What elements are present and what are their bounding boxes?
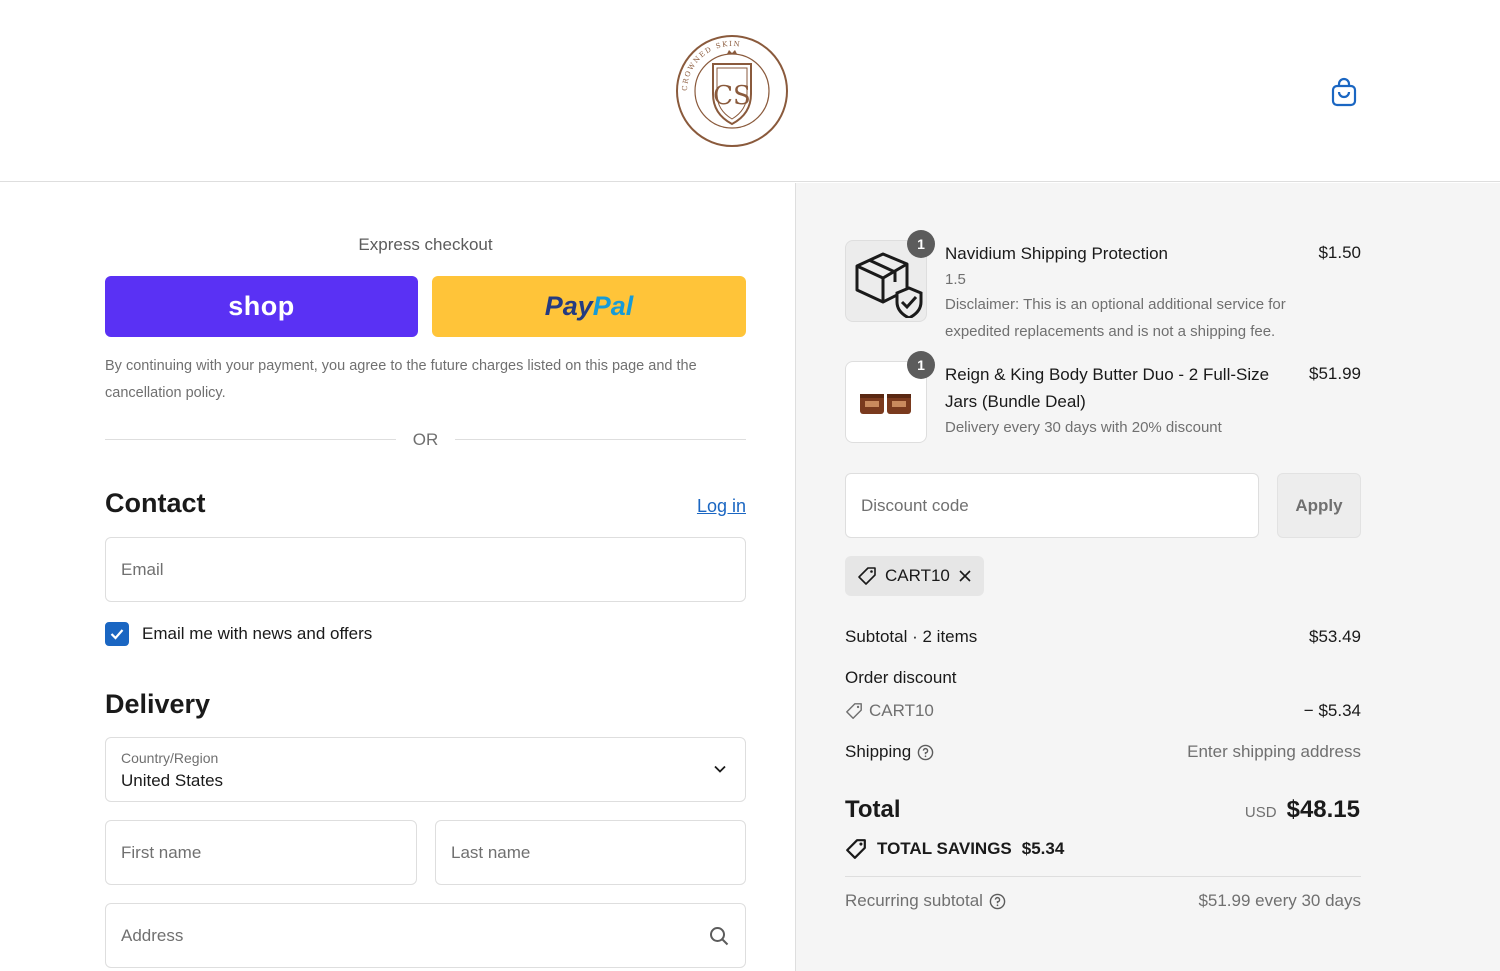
paypal-label-pal: Pal	[592, 291, 634, 321]
country-value: United States	[121, 771, 224, 790]
item-note-line2: expedited replacements and is not a ship…	[945, 323, 1276, 340]
close-icon	[959, 570, 971, 582]
last-name-field[interactable]: Last name	[435, 820, 746, 885]
item-subscription-note: Delivery every 30 days with 20% discount	[945, 419, 1222, 436]
shopping-bag-icon	[1331, 77, 1357, 107]
email-field[interactable]: Email	[105, 537, 746, 602]
address-field[interactable]: Address	[105, 903, 746, 968]
newsletter-checkbox[interactable]	[105, 622, 129, 646]
item-price: $51.99	[1309, 364, 1361, 383]
order-discount-row: Order discount	[845, 668, 1361, 688]
help-icon[interactable]	[917, 744, 934, 761]
contact-heading: Contact	[105, 488, 206, 518]
item-note-line1: Disclaimer: This is an optional addition…	[945, 296, 1286, 313]
quantity-badge: 1	[907, 230, 935, 258]
country-select[interactable]: Country/Region United States	[105, 737, 746, 802]
item-price: $1.50	[1318, 243, 1361, 262]
applied-discount-code: CART10	[885, 566, 950, 585]
express-checkout-title: Express checkout	[358, 235, 493, 254]
chevron-down-icon	[714, 765, 726, 773]
body-butter-jars-image	[860, 394, 911, 414]
shipping-value: Enter shipping address	[1187, 742, 1361, 761]
login-link[interactable]: Log in	[697, 496, 746, 517]
price-tag-icon	[846, 839, 866, 859]
discount-code-placeholder: Discount code	[861, 495, 969, 515]
savings-value: $5.34	[1021, 839, 1065, 858]
total-label: Total	[845, 796, 901, 823]
savings-label: TOTAL SAVINGS	[877, 839, 1012, 858]
item-name-line2: Jars (Bundle Deal)	[945, 392, 1086, 411]
price-tag-icon	[846, 703, 862, 719]
order-summary-panel: 1 Navidium Shipping Protection $1.50 1.5…	[795, 183, 1500, 971]
summary-divider	[845, 876, 1361, 877]
recurring-subtotal-row: Recurring subtotal $51.99 every 30 days	[845, 891, 1361, 911]
or-label: OR	[412, 430, 439, 449]
newsletter-option[interactable]: Email me with news and offers	[105, 621, 372, 647]
order-discount-label: Order discount	[845, 668, 957, 687]
shipping-row: Shipping Enter shipping address	[845, 742, 1361, 762]
recurring-value: $51.99 every 30 days	[1198, 891, 1361, 910]
help-icon[interactable]	[989, 893, 1006, 910]
item-name-line1: Reign & King Body Butter Duo - 2 Full-Si…	[945, 365, 1270, 384]
or-divider: OR	[105, 428, 746, 452]
email-placeholder: Email	[121, 559, 164, 579]
quantity-badge: 1	[907, 351, 935, 379]
shop-pay-label: shop	[228, 291, 295, 321]
checkmark-icon	[110, 629, 124, 640]
first-name-field[interactable]: First name	[105, 820, 417, 885]
discount-value: − $5.34	[1303, 701, 1361, 720]
search-icon	[710, 927, 729, 946]
newsletter-label: Email me with news and offers	[142, 624, 373, 643]
cart-button[interactable]	[1328, 75, 1360, 109]
item-name: Navidium Shipping Protection	[945, 244, 1169, 263]
paypal-button[interactable]: Pay Pal	[432, 276, 746, 337]
cart-line-item: 1 Reign & King Body Butter Duo - 2 Full-…	[845, 351, 1361, 443]
shop-pay-button[interactable]: shop	[105, 276, 418, 337]
last-name-placeholder: Last name	[451, 842, 531, 862]
paypal-label-pay: Pay	[544, 291, 593, 321]
discount-code-row: CART10 − $5.34	[845, 701, 1361, 725]
delivery-heading: Delivery	[105, 689, 211, 719]
subtotal-value: $53.49	[1309, 627, 1361, 646]
applied-discount-tag: CART10	[845, 556, 984, 596]
total-amount: USD $48.15	[1245, 796, 1360, 824]
remove-discount-button[interactable]	[958, 569, 972, 583]
future-charges-disclaimer: By continuing with your payment, you agr…	[105, 358, 697, 401]
item-variant: 1.5	[945, 271, 966, 288]
total-value: $48.15	[1286, 796, 1360, 823]
header: CROWNED SKIN CS	[0, 0, 1500, 182]
total-savings: TOTAL SAVINGS $5.34	[845, 838, 1064, 860]
checkout-form-panel: Express checkout shop Pay Pal By continui…	[0, 183, 795, 971]
shipping-label: Shipping	[845, 742, 912, 761]
brand-logo[interactable]: CROWNED SKIN CS	[675, 34, 789, 148]
apply-discount-button[interactable]: Apply	[1277, 473, 1361, 538]
subtotal-label: Subtotal · 2 items	[845, 627, 978, 646]
logo-monogram: CS	[713, 81, 751, 111]
discount-code-label: CART10	[869, 701, 934, 720]
subtotal-row: Subtotal · 2 items $53.49	[845, 627, 1361, 647]
discount-code-input[interactable]: Discount code	[845, 473, 1259, 538]
address-placeholder: Address	[121, 925, 184, 945]
recurring-label: Recurring subtotal	[845, 891, 983, 910]
price-tag-icon	[858, 567, 876, 585]
first-name-placeholder: First name	[121, 842, 202, 862]
total-currency: USD	[1244, 804, 1277, 821]
country-label: Country/Region	[121, 750, 219, 766]
